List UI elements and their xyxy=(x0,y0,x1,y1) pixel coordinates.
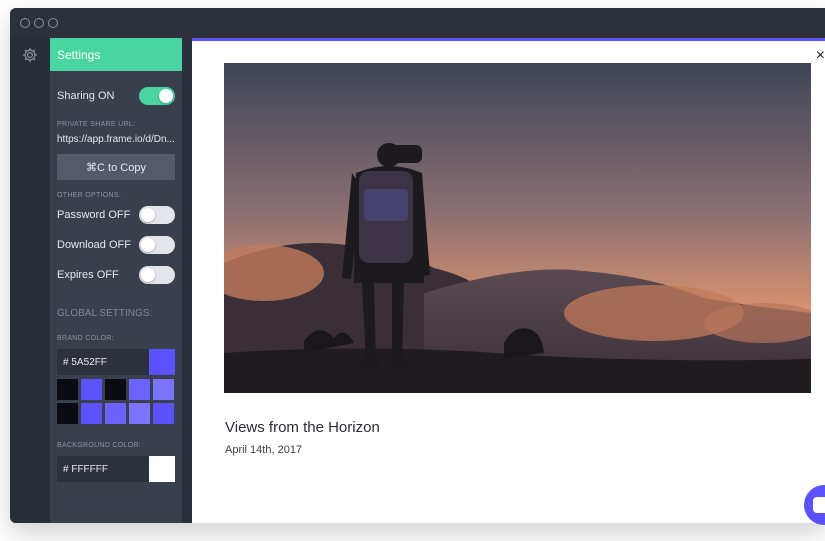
background-color-swatch[interactable] xyxy=(149,456,175,482)
share-url-text[interactable]: https://app.frame.io/d/Dn... xyxy=(50,134,182,145)
global-settings-title: GLOBAL SETTINGS: xyxy=(57,308,153,319)
color-swatch[interactable] xyxy=(57,403,78,424)
color-swatch[interactable] xyxy=(153,403,174,424)
expires-toggle[interactable] xyxy=(139,266,175,284)
background-color-caption: BACKGROUND COLOR: xyxy=(57,442,142,449)
background-color-hex: # FFFFFF xyxy=(63,463,108,475)
gear-icon[interactable] xyxy=(21,46,39,523)
color-swatch[interactable] xyxy=(57,379,78,400)
sharing-toggle[interactable] xyxy=(139,87,175,105)
asset-date: April 14th, 2017 xyxy=(225,444,303,456)
download-label: Download OFF xyxy=(57,239,131,251)
copy-url-button[interactable]: ⌘C to Copy xyxy=(57,154,175,180)
brand-color-field[interactable]: # 5A52FF xyxy=(57,349,175,375)
toggle-knob xyxy=(141,268,155,282)
brand-color-hex: # 5A52FF xyxy=(63,356,107,368)
color-swatch[interactable] xyxy=(153,379,174,400)
window-close-dot[interactable] xyxy=(20,18,30,28)
expires-row: Expires OFF xyxy=(50,266,182,284)
download-toggle[interactable] xyxy=(139,236,175,254)
download-row: Download OFF xyxy=(50,236,182,254)
brand-color-swatch-grid xyxy=(57,379,175,424)
settings-panel: Settings Sharing ON PRIVATE SHARE URL: h… xyxy=(50,38,182,523)
window-zoom-dot[interactable] xyxy=(48,18,58,28)
color-swatch[interactable] xyxy=(81,379,102,400)
password-row: Password OFF xyxy=(50,206,182,224)
window-minimize-dot[interactable] xyxy=(34,18,44,28)
background-color-field[interactable]: # FFFFFF xyxy=(57,456,175,482)
brand-color-swatch[interactable] xyxy=(149,349,175,375)
other-options-caption: OTHER OPTIONS: xyxy=(57,192,122,199)
preview-area: × Views from the Horizon April 14th, 201… xyxy=(192,38,825,523)
brand-color-caption: BRAND COLOR: xyxy=(57,335,114,342)
toggle-knob xyxy=(159,89,173,103)
settings-title: Settings xyxy=(57,47,101,62)
asset-title: Views from the Horizon xyxy=(225,419,380,436)
settings-header: Settings xyxy=(50,38,182,71)
sharing-label: Sharing ON xyxy=(57,90,115,102)
title-bar xyxy=(10,8,825,38)
toggle-knob xyxy=(141,208,155,222)
color-swatch[interactable] xyxy=(129,379,150,400)
app-window: Settings Sharing ON PRIVATE SHARE URL: h… xyxy=(10,8,825,523)
private-share-caption: PRIVATE SHARE URL: xyxy=(57,121,136,128)
password-label: Password OFF xyxy=(57,209,131,221)
sharing-row: Sharing ON xyxy=(50,87,182,105)
left-rail xyxy=(10,38,50,523)
chat-icon xyxy=(813,497,825,513)
toggle-knob xyxy=(141,238,155,252)
color-swatch[interactable] xyxy=(81,403,102,424)
expires-label: Expires OFF xyxy=(57,269,119,281)
color-swatch[interactable] xyxy=(105,379,126,400)
color-swatch[interactable] xyxy=(129,403,150,424)
color-swatch[interactable] xyxy=(105,403,126,424)
hero-photo xyxy=(224,63,811,393)
close-icon[interactable]: × xyxy=(816,47,825,65)
password-toggle[interactable] xyxy=(139,206,175,224)
